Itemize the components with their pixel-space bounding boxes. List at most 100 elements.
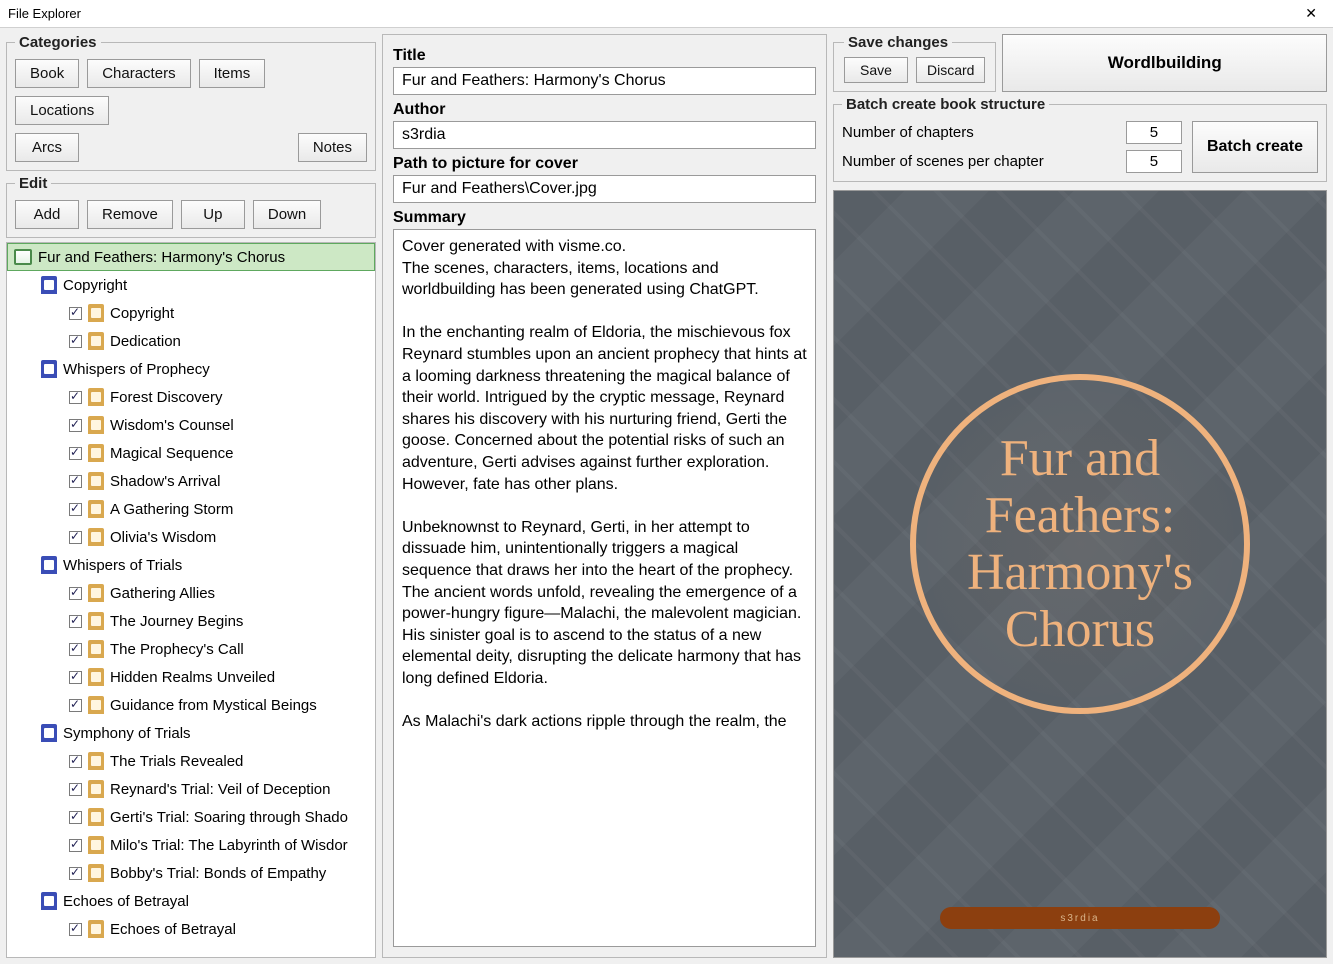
cover-preview: Fur and Feathers: Harmony's Chorus s3rdi… <box>833 190 1327 958</box>
scene-checkbox[interactable] <box>69 587 82 600</box>
worldbuilding-button[interactable]: Wordlbuilding <box>1002 34 1327 92</box>
scene-label: Milo's Trial: The Labyrinth of Wisdor <box>110 837 348 854</box>
cover-author-band: s3rdia <box>940 907 1220 929</box>
tree-scene[interactable]: Shadow's Arrival <box>7 467 375 495</box>
scene-checkbox[interactable] <box>69 867 82 880</box>
scene-label: Dedication <box>110 333 181 350</box>
left-panel: Categories Book Characters Items Locatio… <box>6 34 376 958</box>
category-locations-button[interactable]: Locations <box>15 96 109 125</box>
scene-label: Hidden Realms Unveiled <box>110 669 275 686</box>
chapter-icon <box>41 276 57 294</box>
scene-checkbox[interactable] <box>69 699 82 712</box>
tree-chapter[interactable]: Whispers of Trials <box>7 551 375 579</box>
tree-chapter[interactable]: Echoes of Betrayal <box>7 887 375 915</box>
batch-chapters-label: Number of chapters <box>842 124 974 141</box>
scene-checkbox[interactable] <box>69 419 82 432</box>
details-panel: Title Author Path to picture for cover S… <box>382 34 827 958</box>
chapter-label: Whispers of Prophecy <box>63 361 210 378</box>
scene-icon <box>88 668 104 686</box>
scene-checkbox[interactable] <box>69 615 82 628</box>
tree-scene[interactable]: Dedication <box>7 327 375 355</box>
scene-checkbox[interactable] <box>69 335 82 348</box>
chapter-icon <box>41 724 57 742</box>
save-button[interactable]: Save <box>844 57 908 83</box>
scene-icon <box>88 388 104 406</box>
remove-button[interactable]: Remove <box>87 200 173 229</box>
category-items-button[interactable]: Items <box>199 59 266 88</box>
category-characters-button[interactable]: Characters <box>87 59 190 88</box>
author-input[interactable] <box>393 121 816 149</box>
batch-scenes-input[interactable] <box>1126 150 1182 173</box>
title-label: Title <box>393 47 816 65</box>
save-group: Save changes Save Discard <box>833 34 996 92</box>
scene-checkbox[interactable] <box>69 839 82 852</box>
tree-scene[interactable]: Forest Discovery <box>7 383 375 411</box>
tree-scene[interactable]: Echoes of Betrayal <box>7 915 375 943</box>
book-tree[interactable]: Fur and Feathers: Harmony's Chorus Copyr… <box>6 242 376 958</box>
tree-scene[interactable]: The Journey Begins <box>7 607 375 635</box>
scene-icon <box>88 752 104 770</box>
scene-icon <box>88 472 104 490</box>
tree-scene[interactable]: Gathering Allies <box>7 579 375 607</box>
scene-label: Shadow's Arrival <box>110 473 220 490</box>
tree-scene[interactable]: The Trials Revealed <box>7 747 375 775</box>
tree-scene[interactable]: Olivia's Wisdom <box>7 523 375 551</box>
scene-checkbox[interactable] <box>69 783 82 796</box>
discard-button[interactable]: Discard <box>916 57 985 83</box>
scene-checkbox[interactable] <box>69 643 82 656</box>
tree-scene[interactable]: Copyright <box>7 299 375 327</box>
tree-scene[interactable]: The Prophecy's Call <box>7 635 375 663</box>
scene-checkbox[interactable] <box>69 531 82 544</box>
edit-group: Edit Add Remove Up Down <box>6 175 376 238</box>
tree-root[interactable]: Fur and Feathers: Harmony's Chorus <box>7 243 375 271</box>
scene-label: Bobby's Trial: Bonds of Empathy <box>110 865 326 882</box>
tree-scene[interactable]: A Gathering Storm <box>7 495 375 523</box>
tree-scene[interactable]: Magical Sequence <box>7 439 375 467</box>
scene-label: The Prophecy's Call <box>110 641 244 658</box>
summary-textarea[interactable] <box>393 229 816 947</box>
scene-checkbox[interactable] <box>69 391 82 404</box>
down-button[interactable]: Down <box>253 200 321 229</box>
category-notes-button[interactable]: Notes <box>298 133 367 162</box>
scene-icon <box>88 696 104 714</box>
scene-checkbox[interactable] <box>69 671 82 684</box>
category-arcs-button[interactable]: Arcs <box>15 133 79 162</box>
title-input[interactable] <box>393 67 816 95</box>
chapter-label: Echoes of Betrayal <box>63 893 189 910</box>
tree-scene[interactable]: Gerti's Trial: Soaring through Shado <box>7 803 375 831</box>
scene-checkbox[interactable] <box>69 755 82 768</box>
batch-legend: Batch create book structure <box>842 96 1049 113</box>
batch-create-button[interactable]: Batch create <box>1192 121 1318 173</box>
chapter-icon <box>41 360 57 378</box>
up-button[interactable]: Up <box>181 200 245 229</box>
tree-chapter[interactable]: Symphony of Trials <box>7 719 375 747</box>
scene-checkbox[interactable] <box>69 503 82 516</box>
scene-icon <box>88 612 104 630</box>
close-icon[interactable]: ✕ <box>1297 3 1325 24</box>
author-label: Author <box>393 101 816 119</box>
scene-checkbox[interactable] <box>69 307 82 320</box>
tree-chapter[interactable]: Copyright <box>7 271 375 299</box>
scene-checkbox[interactable] <box>69 447 82 460</box>
scene-icon <box>88 528 104 546</box>
cover-path-input[interactable] <box>393 175 816 203</box>
tree-chapter[interactable]: Whispers of Prophecy <box>7 355 375 383</box>
add-button[interactable]: Add <box>15 200 79 229</box>
tree-scene[interactable]: Wisdom's Counsel <box>7 411 375 439</box>
tree-scene[interactable]: Hidden Realms Unveiled <box>7 663 375 691</box>
tree-scene[interactable]: Guidance from Mystical Beings <box>7 691 375 719</box>
scene-checkbox[interactable] <box>69 923 82 936</box>
category-book-button[interactable]: Book <box>15 59 79 88</box>
scene-checkbox[interactable] <box>69 811 82 824</box>
tree-scene[interactable]: Milo's Trial: The Labyrinth of Wisdor <box>7 831 375 859</box>
cover-title-text: Fur and Feathers: Harmony's Chorus <box>946 430 1214 659</box>
batch-chapters-input[interactable] <box>1126 121 1182 144</box>
tree-scene[interactable]: Bobby's Trial: Bonds of Empathy <box>7 859 375 887</box>
book-icon <box>14 249 32 265</box>
scene-checkbox[interactable] <box>69 475 82 488</box>
scene-label: Echoes of Betrayal <box>110 921 236 938</box>
scene-label: Wisdom's Counsel <box>110 417 234 434</box>
tree-scene[interactable]: Reynard's Trial: Veil of Deception <box>7 775 375 803</box>
scene-label: Gerti's Trial: Soaring through Shado <box>110 809 348 826</box>
scene-icon <box>88 864 104 882</box>
